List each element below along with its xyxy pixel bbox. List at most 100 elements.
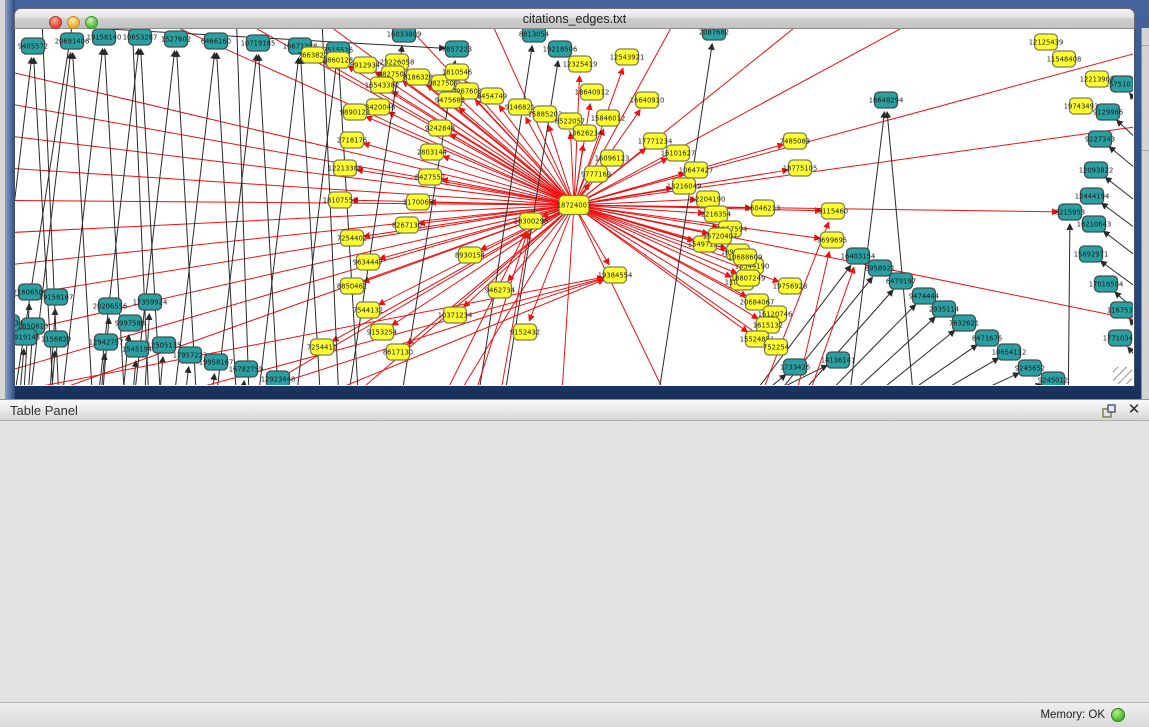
graph-node[interactable]: 7254411 [307, 339, 337, 355]
graph-node[interactable]: 9152432 [510, 324, 540, 340]
graph-node[interactable]: 9699695 [817, 232, 847, 248]
graph-node[interactable]: 15692971 [1074, 246, 1109, 262]
svg-text:16046213: 16046213 [746, 204, 781, 212]
graph-node[interactable]: 16096123 [595, 150, 630, 166]
graph-node[interactable]: 8930154 [455, 247, 485, 263]
graph-node[interactable]: 2216354 [701, 206, 731, 222]
graph-node[interactable]: 12125439 [1029, 34, 1064, 50]
graph-node[interactable]: 16648294 [869, 92, 904, 108]
graph-node[interactable]: 19756928 [773, 278, 808, 294]
graph-node[interactable]: 16046213 [746, 200, 781, 216]
graph-node[interactable]: 8471676 [972, 330, 1002, 346]
graph-node[interactable]: 1810546 [442, 64, 472, 80]
graph-node[interactable]: 19384554 [598, 267, 633, 283]
graph-node[interactable]: 9115460 [818, 203, 848, 219]
network-graph[interactable]: 1872400794055722069140619158140106532871… [15, 29, 1133, 385]
graph-node[interactable]: 12923448 [261, 371, 296, 385]
graph-node[interactable]: 1170065 [403, 194, 433, 210]
graph-node[interactable]: 2935114 [929, 301, 959, 317]
graph-node[interactable]: 12093822 [1079, 162, 1114, 178]
graph-node[interactable]: 9227343 [1085, 131, 1115, 147]
svg-text:12213386: 12213386 [328, 164, 363, 172]
graph-node[interactable]: 6479197 [886, 273, 916, 289]
graph-node[interactable]: 7544132 [353, 302, 383, 318]
graph-node[interactable]: 2803144 [417, 144, 447, 160]
graph-node[interactable]: 1527602 [161, 31, 191, 47]
graph-node[interactable]: 8617130 [383, 344, 413, 360]
close-panel-button[interactable]: ✕ [1126, 401, 1142, 419]
graph-node[interactable]: 12204190 [691, 191, 726, 207]
graph-node[interactable]: 9890123 [340, 104, 370, 120]
graph-node[interactable]: 18724007 [557, 196, 592, 215]
graph-node[interactable]: 11548408 [1047, 51, 1082, 67]
graph-node[interactable]: 8215953 [1055, 204, 1085, 220]
graph-node[interactable]: 12942757 [89, 334, 124, 350]
graph-node[interactable]: 16033809 [387, 29, 422, 42]
memory-status-indicator[interactable] [1111, 708, 1125, 722]
graph-node[interactable]: 12543921 [610, 49, 645, 65]
graph-node[interactable]: 1167531 [1107, 302, 1133, 318]
graph-node[interactable]: 6466160 [201, 33, 231, 49]
svg-text:10688609: 10688609 [728, 253, 763, 261]
graph-node[interactable]: 9462734 [485, 282, 515, 298]
svg-text:2216354: 2216354 [701, 210, 731, 218]
graph-node[interactable]: 8427552 [415, 169, 445, 185]
graph-node[interactable]: 18300295 [514, 213, 549, 229]
svg-text:19384554: 19384554 [598, 271, 633, 279]
graph-node[interactable]: 1733426 [780, 359, 810, 375]
graph-node[interactable]: 10371234 [438, 307, 473, 323]
graph-node[interactable]: 752254 [763, 339, 789, 355]
graph-node[interactable]: 2087682 [699, 29, 729, 40]
graph-node[interactable]: 9405572 [18, 38, 48, 54]
graph-node[interactable]: 16210643 [1077, 216, 1112, 232]
graph-node[interactable]: 8267130 [392, 217, 422, 233]
graph-node[interactable]: 16782759 [229, 361, 264, 377]
window-resize-grip[interactable] [1113, 367, 1132, 384]
graph-node[interactable]: 7857223 [442, 41, 472, 57]
graph-node[interactable]: 9153254 [367, 324, 397, 340]
graph-node[interactable]: 8813054 [519, 29, 549, 42]
graph-node[interactable]: 9245012 [1038, 372, 1068, 385]
graph-node[interactable]: 12325419 [563, 56, 598, 72]
graph-node[interactable]: 9245652 [1015, 360, 1045, 376]
graph-node[interactable]: 9634447 [353, 254, 383, 270]
graph-node[interactable]: 8850461 [337, 278, 367, 294]
graph-node[interactable]: 15846012 [591, 110, 626, 126]
graph-node[interactable]: 8958921 [865, 260, 895, 276]
float-panel-button[interactable] [1101, 403, 1117, 419]
graph-node[interactable]: 19218506 [543, 41, 578, 57]
graph-node[interactable]: 8860128 [323, 52, 353, 68]
graph-node[interactable]: 17016504 [1089, 276, 1124, 292]
graph-node[interactable]: 8912934 [350, 57, 380, 73]
graph-node[interactable]: 18640912 [575, 84, 610, 100]
graph-node[interactable]: 9997588 [115, 315, 145, 331]
svg-text:12204190: 12204190 [691, 195, 726, 203]
graph-node[interactable]: 20206556 [93, 298, 128, 314]
graph-node[interactable]: 20691406 [55, 33, 90, 49]
graph-node[interactable]: 12213386 [328, 160, 363, 176]
svg-text:10653287: 10653287 [123, 33, 158, 41]
graph-node[interactable]: 7632621 [949, 315, 979, 331]
graph-node[interactable]: 12444194 [1075, 188, 1110, 204]
network-window-titlebar[interactable]: citations_edges.txt [14, 8, 1135, 29]
graph-node[interactable]: 7485083 [780, 133, 810, 149]
graph-node[interactable]: 17359924 [133, 294, 168, 310]
graph-node[interactable]: 18775105 [783, 160, 818, 176]
graph-node[interactable]: 1156829 [41, 331, 71, 347]
svg-text:8912934: 8912934 [350, 61, 380, 69]
graph-node[interactable]: 9475685 [435, 92, 465, 108]
graph-node[interactable]: 3919143 [15, 329, 40, 345]
graph-node[interactable]: 2718176 [337, 132, 367, 148]
graph-node[interactable]: 18107552 [323, 192, 358, 208]
graph-node[interactable]: 17710346 [1103, 330, 1133, 346]
svg-text:18775105: 18775105 [783, 164, 818, 172]
svg-text:9890123: 9890123 [340, 108, 370, 116]
graph-node[interactable]: 7254402 [337, 230, 367, 246]
graph-node[interactable]: 9777169 [581, 166, 611, 182]
graph-node[interactable]: 10654112 [992, 344, 1027, 360]
graph-node[interactable]: 9242848 [425, 120, 455, 136]
svg-text:8522057: 8522057 [555, 117, 585, 125]
graph-node[interactable]: 19158140 [87, 29, 122, 45]
svg-text:15692971: 15692971 [1074, 250, 1109, 258]
graph-node[interactable]: 8454749 [477, 88, 507, 104]
